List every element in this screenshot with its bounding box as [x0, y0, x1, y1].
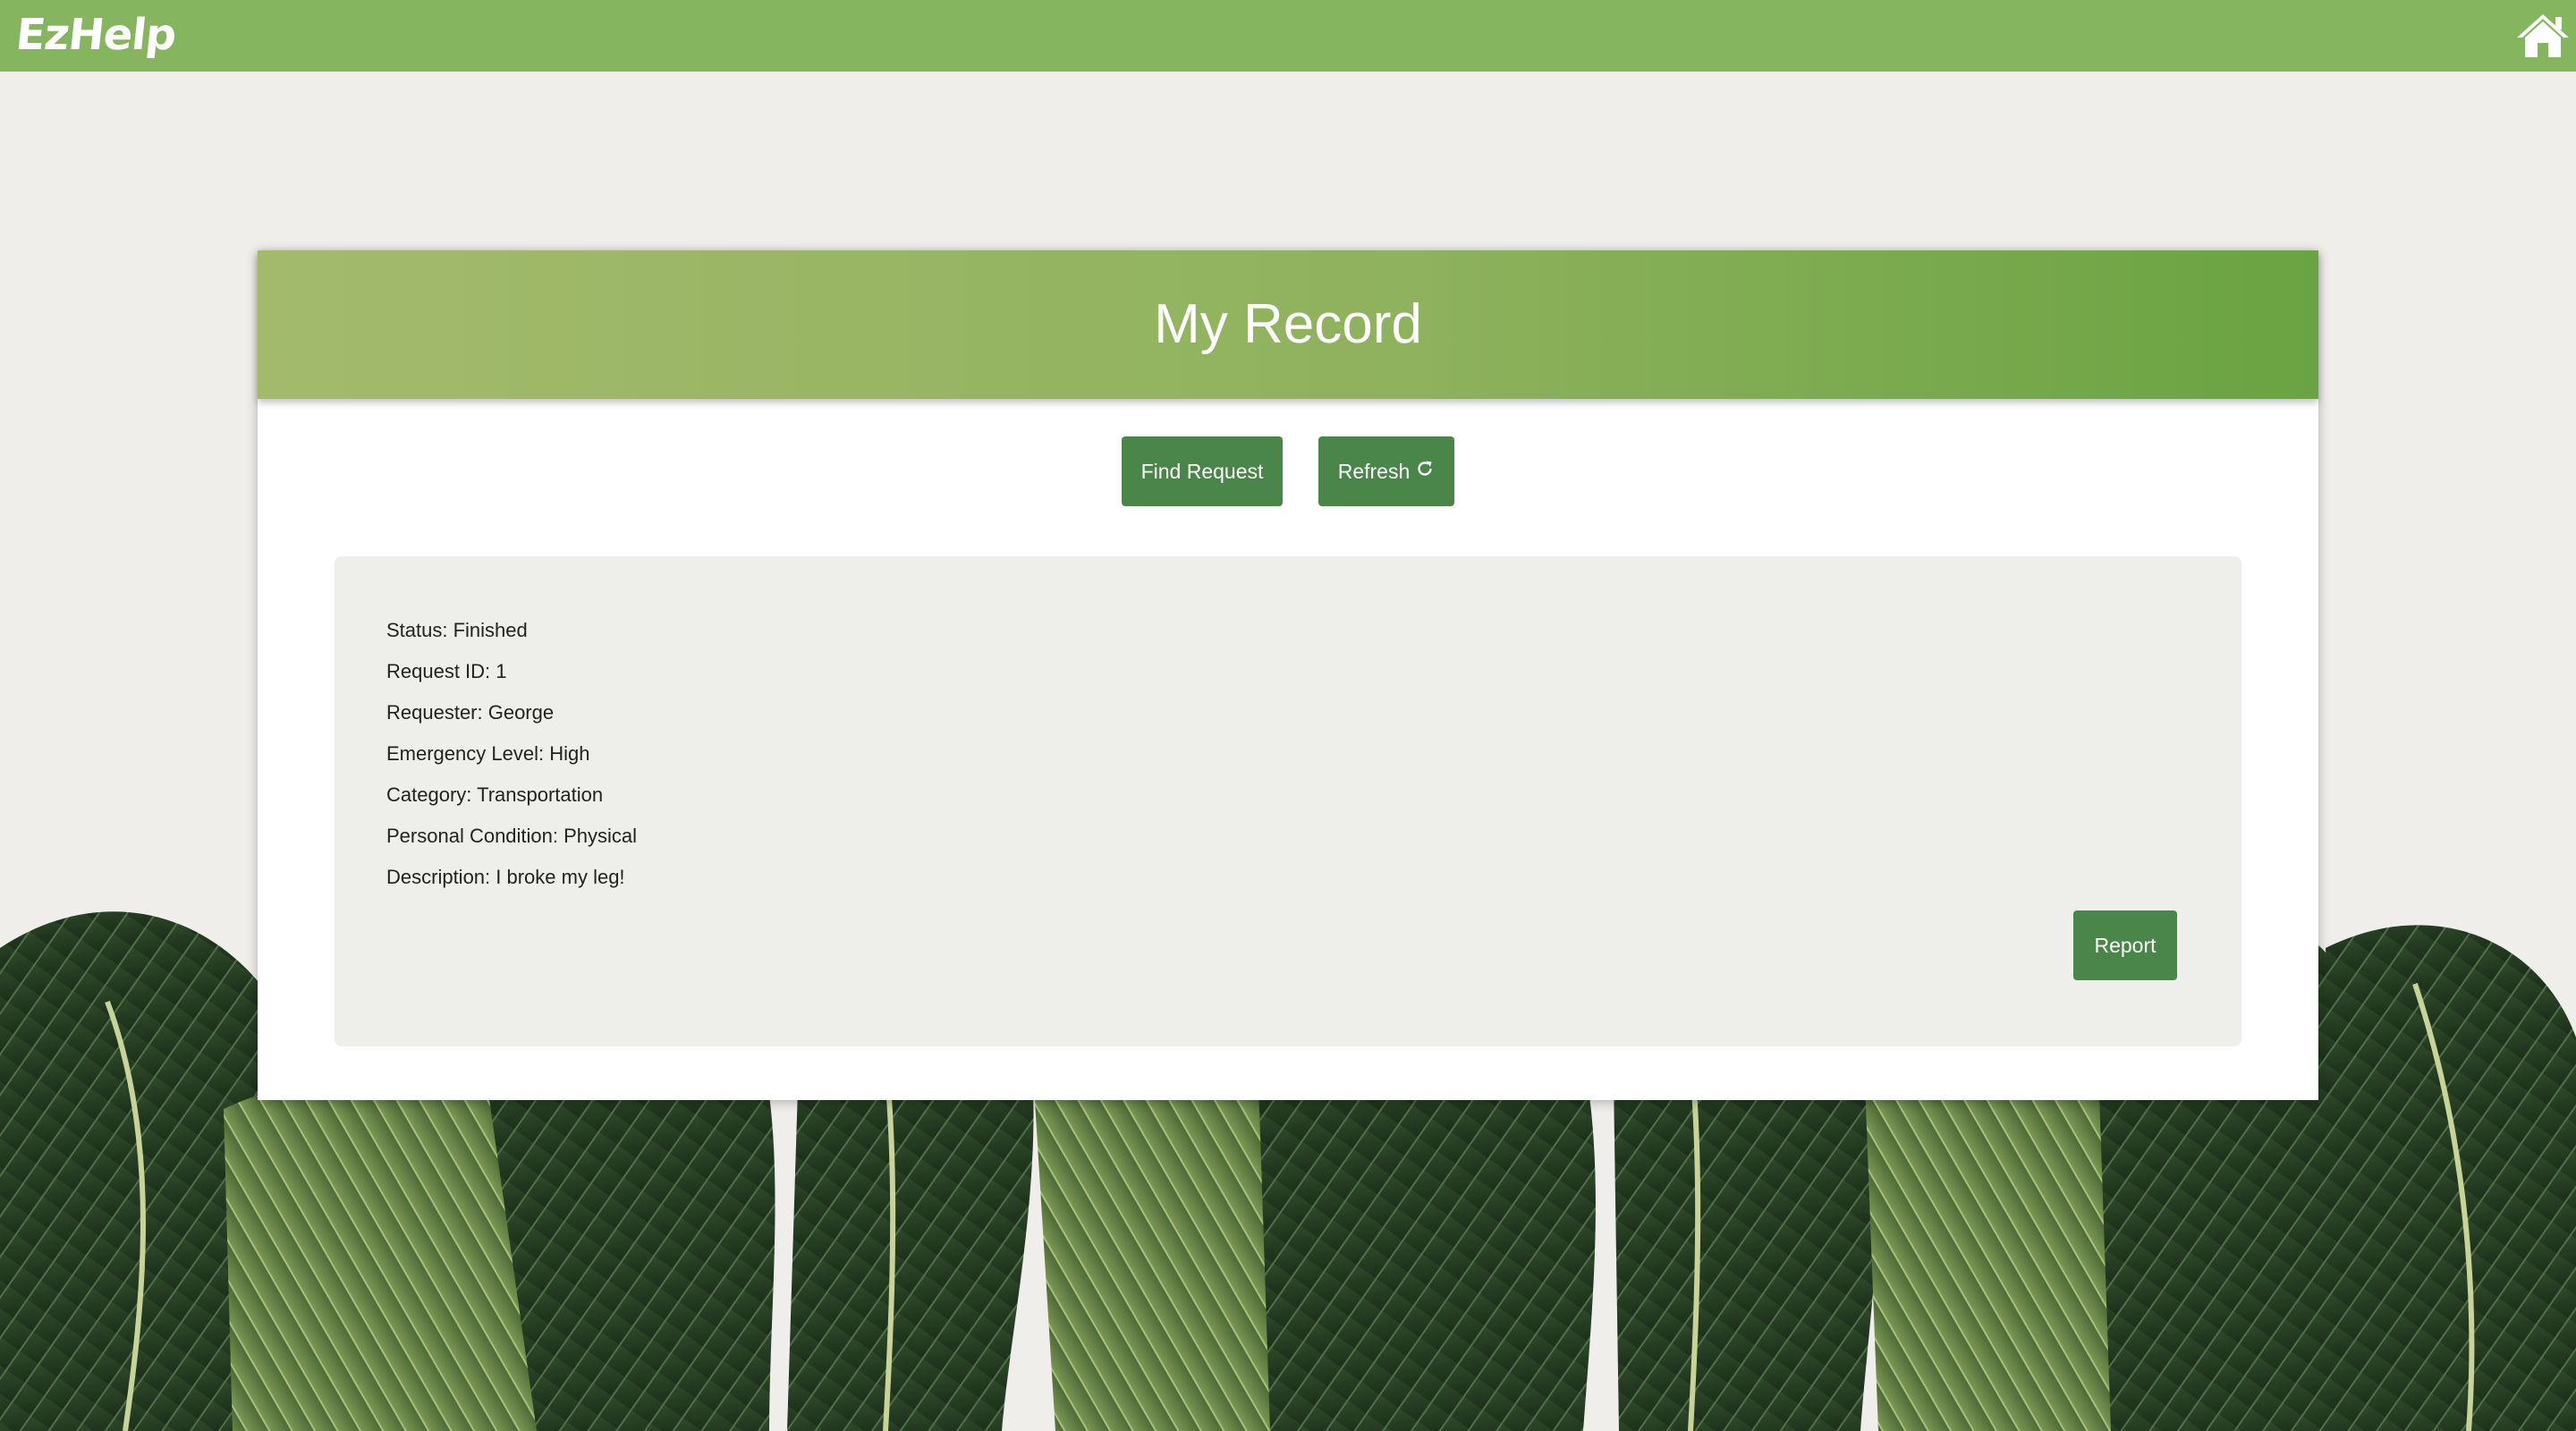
record-category: Category: Transportation — [386, 783, 604, 806]
record-description: Description: I broke my leg! — [386, 866, 625, 888]
top-navbar: EzHelp — [0, 0, 2576, 72]
record-request-id: Request ID: 1 — [386, 660, 507, 682]
card-header: My Record — [258, 250, 2318, 399]
find-request-button[interactable]: Find Request — [1122, 436, 1283, 506]
record-card: My Record Find Request Refresh Status: F… — [258, 250, 2318, 1100]
refresh-icon — [1415, 436, 1435, 506]
page-title: My Record — [1154, 293, 1422, 355]
home-button[interactable] — [2515, 11, 2571, 61]
record-details-panel: Status: Finished Request ID: 1 Requester… — [335, 556, 2241, 1046]
app-logo[interactable]: EzHelp — [13, 5, 179, 64]
refresh-button-label: Refresh — [1337, 460, 1411, 483]
record-requester: Requester: George — [386, 701, 555, 724]
report-button[interactable]: Report — [2073, 910, 2177, 980]
home-icon — [2515, 11, 2571, 61]
record-fields-list: Status: Finished Request ID: 1 Requester… — [386, 610, 637, 898]
refresh-button[interactable]: Refresh — [1318, 436, 1454, 506]
record-status: Status: Finished — [386, 619, 528, 641]
record-emergency-level: Emergency Level: High — [386, 742, 590, 765]
record-personal-condition: Personal Condition: Physical — [386, 825, 638, 847]
